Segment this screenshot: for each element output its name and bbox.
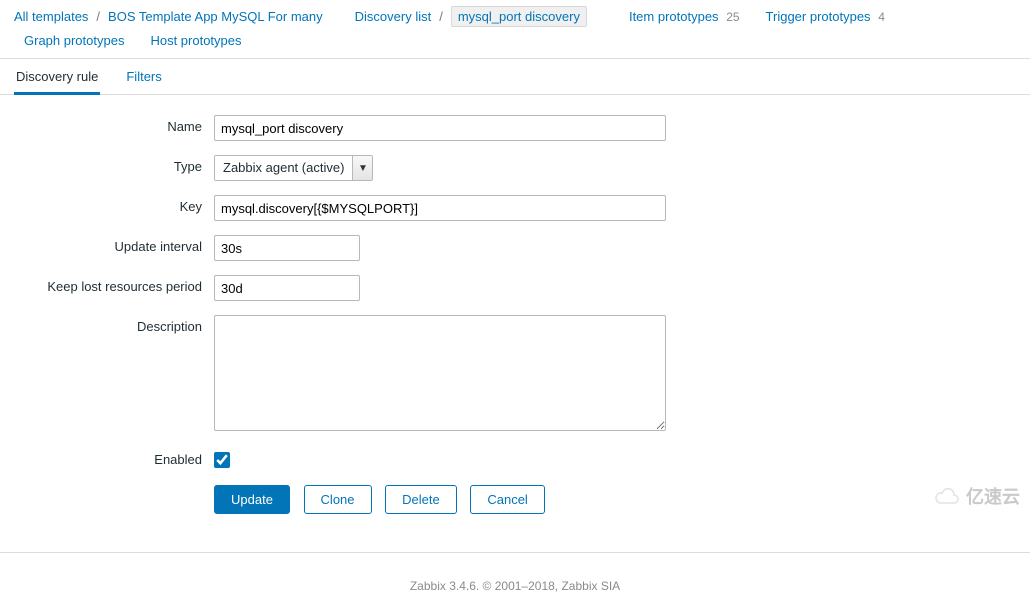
nav-item-prototypes[interactable]: Item prototypes 25 [619,9,750,24]
name-input[interactable] [214,115,666,141]
clone-button[interactable]: Clone [304,485,372,514]
breadcrumb-current: mysql_port discovery [451,6,587,27]
tabs: Discovery rule Filters [0,58,1030,95]
delete-button[interactable]: Delete [385,485,457,514]
tab-discovery-rule[interactable]: Discovery rule [14,59,100,95]
nav-graph-prototypes[interactable]: Graph prototypes [14,33,134,48]
nav-label: Trigger prototypes [766,9,871,24]
label-enabled: Enabled [14,448,214,467]
description-textarea[interactable] [214,315,666,431]
breadcrumb-all-templates[interactable]: All templates [14,9,88,24]
label-key: Key [14,195,214,214]
footer-text: Zabbix 3.4.6. © 2001–2018, Zabbix SIA [0,553,1030,601]
breadcrumb-separator: / [94,9,102,24]
label-keep-lost: Keep lost resources period [14,275,214,294]
update-interval-input[interactable] [214,235,360,261]
chevron-down-icon: ▼ [352,156,372,180]
label-name: Name [14,115,214,134]
enabled-checkbox[interactable] [214,452,230,468]
breadcrumb-template[interactable]: BOS Template App MySQL For many [108,9,323,24]
tab-filters[interactable]: Filters [124,59,163,94]
label-type: Type [14,155,214,174]
nav-trigger-prototypes[interactable]: Trigger prototypes 4 [756,9,895,24]
breadcrumb-separator: / [437,9,445,24]
breadcrumb-discovery-list[interactable]: Discovery list [355,9,432,24]
type-selected-value: Zabbix agent (active) [215,156,352,180]
nav-label: Item prototypes [629,9,719,24]
form: Name Type Zabbix agent (active) ▼ Key Up… [0,95,1030,553]
keep-lost-input[interactable] [214,275,360,301]
nav-host-prototypes[interactable]: Host prototypes [140,33,251,48]
label-description: Description [14,315,214,334]
nav-count: 25 [722,10,739,24]
cancel-button[interactable]: Cancel [470,485,544,514]
type-select[interactable]: Zabbix agent (active) ▼ [214,155,373,181]
label-update-interval: Update interval [14,235,214,254]
nav-count: 4 [874,10,885,24]
update-button[interactable]: Update [214,485,290,514]
key-input[interactable] [214,195,666,221]
top-nav: All templates / BOS Template App MySQL F… [0,0,1030,58]
